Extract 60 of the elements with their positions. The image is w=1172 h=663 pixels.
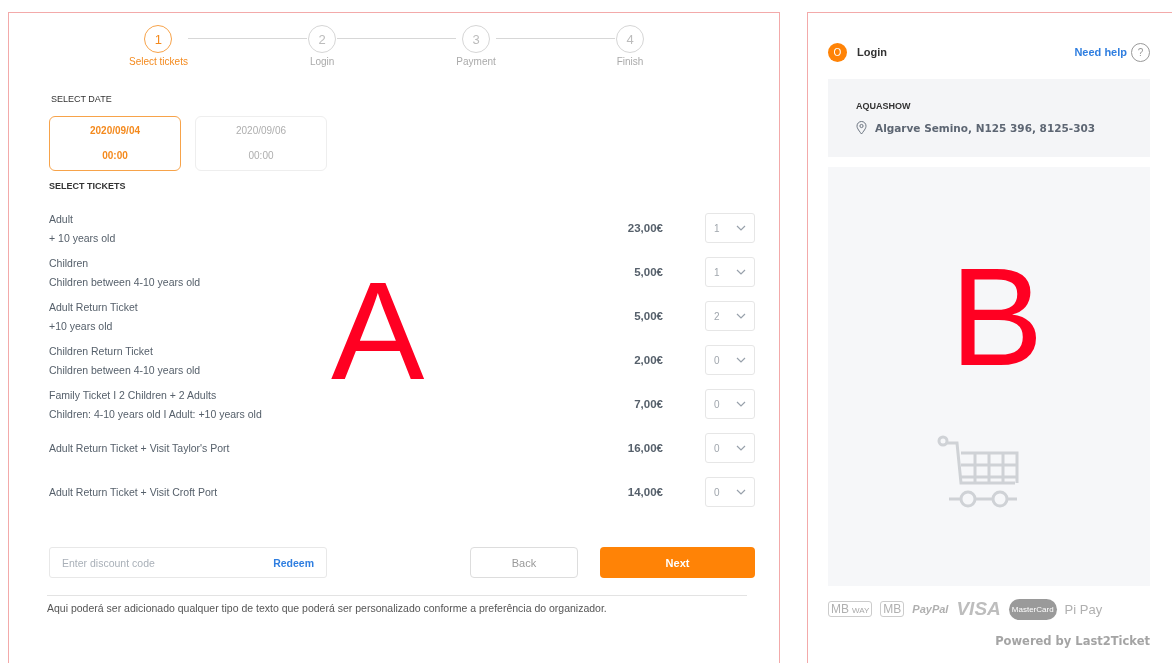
section-title: SELECT DATE — [51, 94, 113, 104]
quantity-select[interactable]: 1 — [705, 213, 755, 243]
quantity-select[interactable]: 0 — [705, 477, 755, 507]
panel-label: A — [331, 261, 425, 401]
quantity-select[interactable]: 2 — [705, 301, 755, 331]
footer-note: Aqui poderá ser adicionado qualquer tipo de texto que poderá ser personalizado conforme a preferência do organizador. — [47, 595, 747, 614]
discount-field[interactable]: Enter discount code Redeem — [49, 547, 327, 578]
event-name: AQUASHOW — [856, 101, 912, 111]
ticket-name: Children Return Ticket — [49, 344, 154, 357]
ticket-description: Children between 4-10 years old — [49, 275, 202, 288]
powered-by: Powered by Last2Ticket — [994, 634, 1150, 648]
chevron-down-icon — [735, 313, 746, 319]
panel-label: B — [950, 247, 1044, 387]
chevron-down-icon — [735, 225, 746, 231]
quantity-select[interactable]: 0 — [705, 345, 755, 375]
payment-logo: MB — [880, 601, 905, 617]
step-item[interactable]: 3 Payment — [456, 25, 496, 68]
ticket-name: Family Ticket I 2 Children + 2 Adults — [49, 388, 218, 401]
chevron-down-icon — [735, 357, 746, 363]
event-address: Algarve Semino, N125 396, 8125-303 — [875, 122, 1096, 134]
ticket-name: Adult Return Ticket — [49, 300, 139, 313]
ticket-description: Children between 4-10 years old — [49, 363, 202, 376]
quantity-select[interactable]: 1 — [705, 257, 755, 287]
next-button[interactable]: Next — [600, 547, 755, 578]
payment-logo: VISA — [956, 598, 1001, 620]
ticket-description: + 10 years old — [49, 231, 117, 244]
chevron-down-icon — [735, 445, 746, 451]
quantity-select[interactable]: 0 — [705, 433, 755, 463]
cart-icon — [937, 434, 1021, 509]
step-item[interactable]: 1 Select tickets — [129, 25, 188, 68]
redeem-link[interactable]: Redeem — [273, 556, 314, 569]
payment-logo: PayPal — [912, 603, 949, 615]
ticket-price: 5,00€ — [633, 310, 663, 322]
avatar: O — [828, 42, 847, 62]
section-title: SELECT TICKETS — [49, 181, 127, 191]
ticket-price: 5,00€ — [633, 266, 663, 278]
payment-logo: Pi Pay — [1064, 601, 1103, 617]
ticket-description: +10 years old — [49, 319, 114, 332]
quantity-select[interactable]: 0 — [705, 389, 755, 419]
payment-logo: MB WAY — [828, 601, 873, 617]
chevron-down-icon — [735, 489, 746, 495]
payment-logo: MasterCard — [1008, 598, 1057, 620]
chevron-down-icon — [735, 401, 746, 407]
ticket-price: 7,00€ — [633, 398, 663, 410]
ticket-name: Adult Return Ticket + Visit Croft Port — [49, 486, 219, 498]
ticket-price: 16,00€ — [626, 442, 663, 454]
chevron-down-icon — [735, 269, 746, 275]
location-pin-icon — [856, 121, 867, 135]
ticket-name: Children — [49, 256, 90, 269]
help-link[interactable]: Need help — [1074, 46, 1127, 58]
date-option[interactable]: 2020/09/04 00:00 — [49, 116, 181, 171]
ticket-price: 14,00€ — [626, 486, 663, 498]
ticket-name: Adult — [49, 212, 74, 225]
ticket-description: Children: 4-10 years old I Adult: +10 years old — [49, 407, 263, 420]
date-option[interactable]: 2020/09/06 00:00 — [195, 116, 327, 171]
ticket-price: 2,00€ — [633, 354, 663, 366]
ticket-name: Adult Return Ticket + Visit Taylor's Port — [49, 442, 231, 454]
back-button[interactable]: Back — [470, 547, 578, 578]
ticket-price: 23,00€ — [626, 222, 663, 234]
login-label: Login — [857, 46, 887, 58]
